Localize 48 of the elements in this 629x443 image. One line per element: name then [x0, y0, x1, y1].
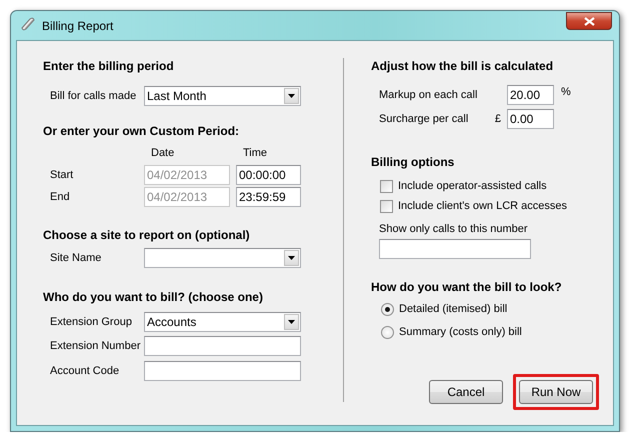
- unit-label: %: [561, 86, 571, 98]
- window-title: Billing Report: [42, 18, 114, 32]
- dropdown[interactable]: Accounts: [144, 312, 301, 332]
- field-label: End: [49, 191, 71, 203]
- input-field[interactable]: 00:00:00: [236, 165, 301, 185]
- column-header: Time: [243, 147, 268, 159]
- dropdown-arrow-icon: [288, 94, 295, 98]
- dropdown-arrow-icon: [288, 320, 295, 324]
- input-field[interactable]: 0.00: [507, 109, 554, 129]
- radio-label: Summary (costs only) bill: [399, 326, 522, 338]
- radio-button[interactable]: [381, 326, 394, 338]
- field-label: Extension Number: [49, 340, 142, 352]
- field-label: Start: [49, 169, 74, 181]
- input-field[interactable]: [379, 239, 531, 259]
- dropdown[interactable]: Last Month: [144, 86, 301, 106]
- section-heading: Adjust how the bill is calculated: [371, 58, 554, 74]
- input-field[interactable]: [144, 336, 301, 356]
- currency-symbol: £: [494, 113, 501, 125]
- section-heading: Choose a site to report on (optional): [43, 227, 251, 243]
- checkbox-label: Include client's own LCR accesses: [398, 200, 568, 212]
- dialog-button[interactable]: Cancel: [429, 380, 503, 404]
- close-icon: [584, 16, 594, 26]
- section-heading: Billing options: [371, 154, 456, 170]
- field-label: Markup on each call: [379, 89, 478, 101]
- field-label: Bill for calls made: [49, 90, 138, 102]
- radio-label: Detailed (itemised) bill: [399, 303, 508, 315]
- field-label: Account Code: [49, 365, 120, 377]
- field-label: Extension Group: [49, 316, 133, 328]
- column-header: Date: [151, 147, 176, 159]
- radio-button[interactable]: [381, 302, 394, 316]
- section-heading: Or enter your own Custom Period:: [43, 123, 240, 139]
- field-label: Show only calls to this number: [379, 222, 529, 236]
- checkbox-label: Include operator-assisted calls: [398, 180, 547, 192]
- checkbox[interactable]: [380, 200, 393, 212]
- checkbox[interactable]: [380, 180, 393, 192]
- dropdown-arrow-icon: [288, 256, 295, 260]
- field-label: Surcharge per call: [379, 113, 470, 125]
- section-heading: Enter the billing period: [43, 58, 175, 74]
- dropdown[interactable]: [144, 248, 301, 268]
- input-field[interactable]: [144, 361, 301, 381]
- section-heading: Who do you want to bill? (choose one): [43, 289, 264, 305]
- scroll-icon: [20, 17, 36, 31]
- field-label: Site Name: [49, 252, 102, 264]
- close-button[interactable]: [566, 12, 612, 30]
- dialog-button[interactable]: Run Now: [519, 380, 593, 404]
- input-field[interactable]: 23:59:59: [236, 187, 301, 207]
- section-heading: How do you want the bill to look?: [371, 279, 563, 295]
- input-field[interactable]: 20.00: [507, 85, 554, 105]
